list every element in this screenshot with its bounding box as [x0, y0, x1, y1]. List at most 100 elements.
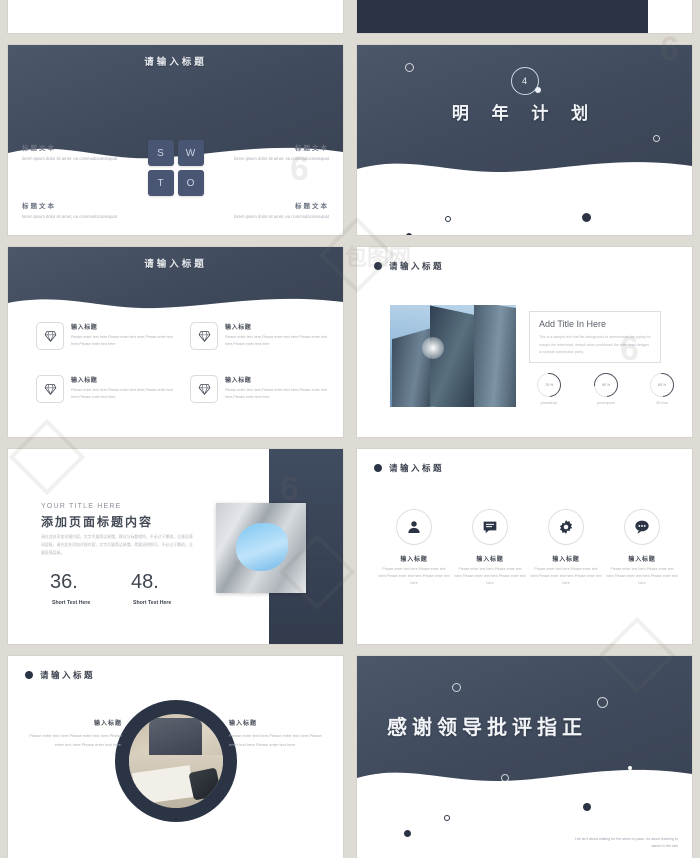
decor-dot: [583, 803, 591, 811]
gear-icon: [548, 509, 584, 545]
decor-ring: [597, 697, 608, 708]
team-photo-circle: [114, 700, 237, 823]
swot-text-title: 标题文本: [22, 145, 56, 153]
sun-flare: [422, 337, 444, 359]
feature-item[interactable]: 输入标题 Please enter text here,Please enter…: [190, 375, 330, 403]
feature-desc: Please enter text here,Please enter text…: [71, 388, 173, 399]
swot-cell-s[interactable]: S: [147, 140, 174, 167]
section-number: 4: [521, 76, 527, 86]
icon-item[interactable]: 输入标题 Please enter text here,Please enter…: [529, 509, 603, 587]
decor-ring: [452, 683, 461, 692]
stat-value: 90 %: [601, 382, 611, 387]
slide-title: 请输入标题: [389, 261, 445, 271]
slide-section-divider[interactable]: 4 明 年 计 划: [357, 45, 692, 235]
feature-title: 输入标题: [225, 378, 252, 384]
partial-white-notch: [648, 0, 692, 33]
slide-round-photo[interactable]: 请输入标题 输入标题 Please enter text here.Please…: [8, 656, 343, 858]
architecture-photo: [216, 503, 306, 593]
left-text-block: 输入标题 Please enter text here.Please enter…: [26, 718, 122, 750]
slide-swot[interactable]: 请输入标题 S W T O 标题文本 lorem ipsum dolor sit…: [8, 45, 343, 235]
slide-heading: 请输入标题: [25, 669, 95, 681]
slide-grid: 请输入标题 S W T O 标题文本 lorem ipsum dolor sit…: [0, 0, 700, 858]
feature-title: 输入标题: [225, 325, 252, 331]
decor-dot: [404, 830, 411, 837]
icon-item[interactable]: 输入标题 Please enter text here,Please enter…: [377, 509, 451, 587]
stat-value: 80 %: [657, 382, 667, 387]
wave-shape: [357, 770, 692, 791]
bullet-dot-icon: [374, 262, 382, 270]
text-box-title: Add Title In Here: [539, 319, 607, 329]
building-photo: [390, 305, 516, 407]
feature-item[interactable]: 输入标题 Please enter text here,Please enter…: [36, 322, 176, 350]
slide-partial-left[interactable]: [8, 0, 343, 33]
decor-ring: [653, 135, 660, 142]
bullet-dot-icon: [374, 464, 382, 472]
user-icon: [396, 509, 432, 545]
stat-item: 90 % powerpoint: [586, 368, 626, 405]
decor-dot: [582, 213, 591, 222]
swot-text-desc: lorem ipsum dolor sit amet, ea commodoco…: [234, 214, 329, 220]
slide-title: 请输入标题: [40, 670, 96, 680]
slide-image-stats[interactable]: 请输入标题 Add Title In Here This is a sample…: [357, 247, 692, 437]
decor-dot-white: [628, 766, 632, 770]
stat-item: 80 % 3D max: [642, 368, 682, 405]
wave-shape: [357, 161, 692, 183]
stat-number: 48.: [131, 571, 159, 593]
text-box-paragraph: This is a sample text that fits backgrou…: [539, 335, 651, 355]
stat-item: 75 % photoshop: [529, 368, 569, 405]
stat-label: 3D max: [655, 401, 669, 405]
feature-title: 输入标题: [71, 378, 98, 384]
page-paragraph: 请在此处添加详细内容，文字尽量简洁易懂，建议与标题相符，不必过于繁琐。注意段落间…: [41, 534, 193, 556]
slide-partial-right[interactable]: [357, 0, 692, 33]
icon-item-title: 输入标题: [476, 557, 504, 563]
stat-label: powerpoint: [597, 401, 615, 405]
swot-text-desc: lorem ipsum dolor sit amet, ea commodoco…: [22, 156, 117, 162]
stat-label: photoshop: [540, 401, 558, 405]
swot-cell-o[interactable]: O: [177, 170, 204, 197]
thanks-title: 感谢领导批评指正: [387, 717, 587, 739]
slide-title-numbers[interactable]: YOUR TITLE HERE 添加页面标题内容 请在此处添加详细内容，文字尽量…: [8, 449, 343, 644]
right-text-block: 输入标题 Please enter text here.Please enter…: [229, 718, 325, 750]
speech-bubble-icon: [624, 509, 660, 545]
icon-item-title: 输入标题: [552, 557, 580, 563]
stat-value: 75 %: [544, 382, 554, 387]
feature-desc: Please enter text here,Please enter text…: [225, 335, 327, 346]
progress-ring: 75 %: [532, 368, 566, 402]
swot-text-title: 标题文本: [295, 203, 329, 211]
stat-caption: Short Text Here: [52, 600, 91, 606]
message-box-icon: [472, 509, 508, 545]
icon-item[interactable]: 输入标题 Please enter text here,Please enter…: [605, 509, 679, 587]
section-title: 明 年 计 划: [451, 104, 598, 123]
section-number-dot: [534, 87, 541, 93]
diamond-icon: [190, 375, 218, 403]
swot-text-desc: lorem ipsum dolor sit amet, ea commodoco…: [234, 156, 329, 162]
right-text-title: 输入标题: [229, 721, 258, 727]
swot-text-top-right: 标题文本 lorem ipsum dolor sit amet, ea comm…: [233, 142, 329, 162]
decor-ring: [405, 63, 414, 72]
decor-dot: [406, 233, 412, 235]
diamond-icon: [36, 322, 64, 350]
feature-item[interactable]: 输入标题 Please enter text here,Please enter…: [190, 322, 330, 350]
diamond-icon: [190, 322, 218, 350]
slide-features[interactable]: 请输入标题 输入标题 Please enter text here,Please…: [8, 247, 343, 437]
slide-thanks[interactable]: 感谢领导批评指正 Life isn't about waiting for th…: [357, 656, 692, 858]
swot-cell-w[interactable]: W: [177, 140, 204, 167]
icon-item[interactable]: 输入标题 Please enter text here,Please enter…: [453, 509, 527, 587]
diamond-icon: [36, 375, 64, 403]
feature-title: 输入标题: [71, 325, 98, 331]
swot-cell-t[interactable]: T: [147, 170, 174, 197]
stat-number: 36.: [50, 571, 78, 593]
slide-title: 请输入标题: [144, 259, 207, 270]
slide-four-icons[interactable]: 请输入标题 输入标题 Please enter text here,Please…: [357, 449, 692, 644]
feature-item[interactable]: 输入标题 Please enter text here,Please enter…: [36, 375, 176, 403]
slide-heading: 请输入标题: [374, 260, 444, 272]
stat-caption: Short Text Here: [133, 600, 172, 606]
slide-title: 请输入标题: [389, 463, 445, 473]
feature-desc: Please enter text here,Please enter text…: [71, 335, 173, 346]
right-text-desc: Please enter text here.Please enter text…: [229, 733, 322, 747]
page-title: 添加页面标题内容: [41, 515, 154, 529]
text-box[interactable]: Add Title In Here This is a sample text …: [529, 311, 661, 363]
swot-text-title: 标题文本: [22, 203, 56, 211]
decor-ring-dark: [445, 216, 451, 222]
swot-text-bottom-right: 标题文本 lorem ipsum dolor sit amet, ea comm…: [233, 200, 329, 220]
